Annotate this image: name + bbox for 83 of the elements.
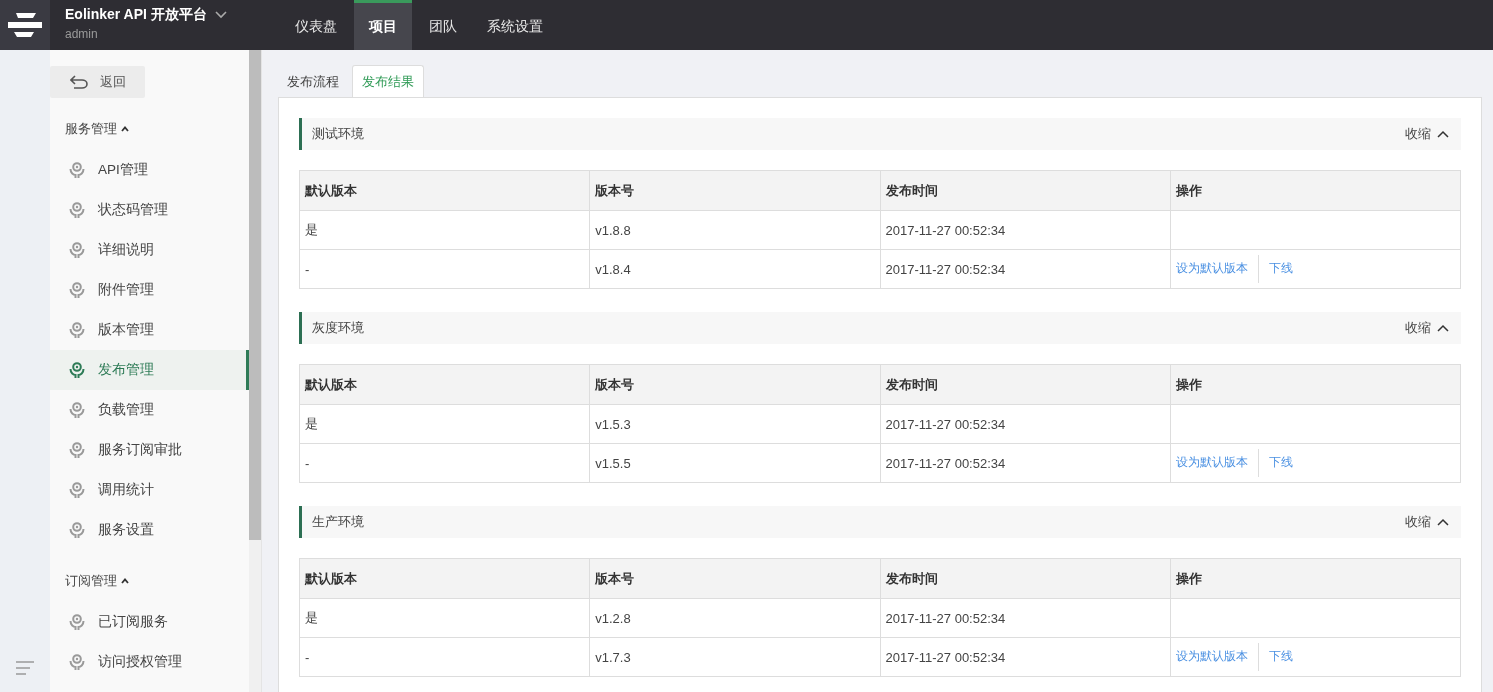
column-header: 默认版本 — [299, 558, 590, 599]
table-cell: v1.7.3 — [589, 637, 880, 677]
table-cell: 2017-11-27 00:52:34 — [880, 637, 1171, 677]
table-cell: - — [299, 249, 590, 289]
table-cell: 是 — [299, 210, 590, 250]
sidebar-item[interactable]: 已订阅服务 — [50, 602, 249, 642]
column-header: 操作 — [1170, 364, 1461, 405]
column-header: 发布时间 — [880, 364, 1171, 405]
product-switcher[interactable]: Eolinker API 开放平台 admin — [50, 0, 270, 50]
table-cell: v1.2.8 — [589, 598, 880, 638]
table-cell: v1.5.3 — [589, 404, 880, 444]
column-header: 发布时间 — [880, 558, 1171, 599]
tab[interactable]: 发布结果 — [352, 65, 424, 98]
hands-icon — [69, 521, 85, 539]
table-cell: v1.8.4 — [589, 249, 880, 289]
action-link[interactable]: 下线 — [1268, 455, 1293, 470]
sidebar-item[interactable]: API管理 — [50, 150, 249, 190]
column-header: 默认版本 — [299, 170, 590, 211]
sidebar-item[interactable]: 服务订阅审批 — [50, 430, 249, 470]
scrollbar-thumb[interactable] — [249, 50, 261, 540]
undo-arrow-icon — [70, 75, 88, 89]
back-button[interactable]: 返回 — [50, 66, 145, 98]
group-header[interactable]: 服务管理 — [50, 98, 249, 150]
column-header: 操作 — [1170, 558, 1461, 599]
collapse-toggle[interactable]: 收缩 — [1405, 125, 1449, 143]
group-header[interactable]: 订阅管理 — [50, 550, 249, 602]
column-header: 发布时间 — [880, 170, 1171, 211]
table-cell: 是 — [299, 598, 590, 638]
logo-icon[interactable] — [0, 0, 50, 50]
sidebar-item[interactable]: 访问授权管理 — [50, 642, 249, 682]
sidebar-item[interactable]: 详细说明 — [50, 230, 249, 270]
action-link[interactable]: 下线 — [1268, 261, 1293, 276]
tab[interactable]: 发布流程 — [278, 66, 348, 97]
column-header: 版本号 — [589, 170, 880, 211]
hands-icon — [69, 201, 85, 219]
table-cell: 2017-11-27 00:52:34 — [880, 598, 1171, 638]
chevron-icon — [1437, 518, 1449, 526]
section-title: 生产环境 — [312, 513, 364, 531]
hands-icon — [69, 653, 85, 671]
nav-tab[interactable]: 团队 — [416, 0, 470, 50]
sidebar-item[interactable]: 版本管理 — [50, 310, 249, 350]
hands-icon — [69, 613, 85, 631]
section-title: 测试环境 — [312, 125, 364, 143]
hands-icon — [69, 321, 85, 339]
chevron-icon — [1437, 324, 1449, 332]
hands-icon — [69, 161, 85, 179]
sidebar-item[interactable]: 调用统计 — [50, 470, 249, 510]
column-header: 版本号 — [589, 364, 880, 405]
hands-icon — [69, 361, 85, 379]
nav-tab[interactable]: 仪表盘 — [282, 0, 350, 50]
hands-icon — [69, 401, 85, 419]
chevron-icon — [214, 11, 227, 19]
table-cell: v1.8.8 — [589, 210, 880, 250]
hands-icon — [69, 441, 85, 459]
table-cell: 2017-11-27 00:52:34 — [880, 210, 1171, 250]
nav-tab[interactable]: 项目 — [354, 0, 412, 50]
nav-tab[interactable]: 系统设置 — [474, 0, 556, 50]
column-header: 操作 — [1170, 170, 1461, 211]
table-cell: 2017-11-27 00:52:34 — [880, 404, 1171, 444]
chevron-icon — [1437, 130, 1449, 138]
column-header: 默认版本 — [299, 364, 590, 405]
collapse-toggle[interactable]: 收缩 — [1405, 319, 1449, 337]
table-cell: - — [299, 443, 590, 483]
table-cell: - — [299, 637, 590, 677]
collapse-toggle[interactable]: 收缩 — [1405, 513, 1449, 531]
action-link[interactable]: 下线 — [1268, 649, 1293, 664]
hands-icon — [69, 281, 85, 299]
table-cell: 是 — [299, 404, 590, 444]
column-header: 版本号 — [589, 558, 880, 599]
hands-icon — [69, 241, 85, 259]
caret-icon — [121, 126, 129, 132]
section-title: 灰度环境 — [312, 319, 364, 337]
menu-icon[interactable] — [16, 661, 34, 675]
sidebar-item[interactable]: 状态码管理 — [50, 190, 249, 230]
table-cell: 2017-11-27 00:52:34 — [880, 443, 1171, 483]
caret-icon — [121, 578, 129, 584]
hands-icon — [69, 481, 85, 499]
sidebar-item[interactable]: 服务设置 — [50, 510, 249, 550]
sidebar-item[interactable]: 附件管理 — [50, 270, 249, 310]
table-cell: 2017-11-27 00:52:34 — [880, 249, 1171, 289]
table-cell: v1.5.5 — [589, 443, 880, 483]
sidebar-item[interactable]: 负载管理 — [50, 390, 249, 430]
sidebar-item[interactable]: 发布管理 — [50, 350, 249, 390]
